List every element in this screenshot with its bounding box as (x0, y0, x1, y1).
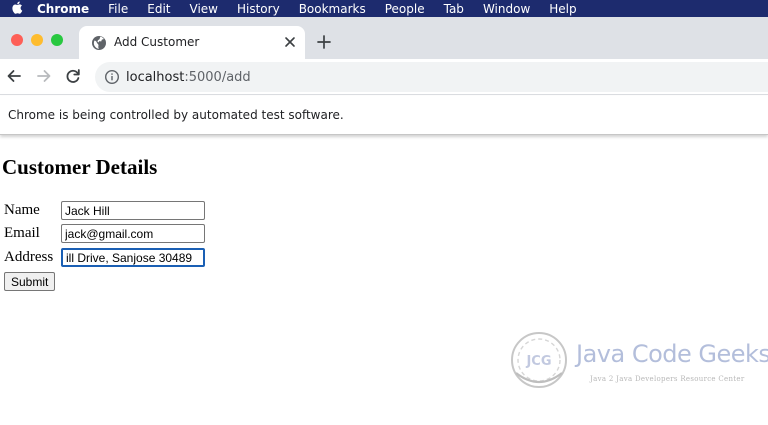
tab-strip: Add Customer (0, 17, 768, 59)
new-tab-plus-icon[interactable] (316, 34, 332, 50)
menu-tab[interactable]: Tab (435, 2, 474, 16)
url-text: localhost:5000/add (126, 70, 251, 85)
java-code-geeks-watermark: JCG Java Code Geeks Java 2 Java Develope… (508, 329, 768, 391)
menu-window[interactable]: Window (474, 2, 540, 16)
menu-history[interactable]: History (228, 2, 290, 16)
name-input[interactable] (61, 201, 205, 220)
url-path: :5000/add (184, 70, 251, 85)
close-tab-icon[interactable] (283, 35, 297, 49)
watermark-tagline: Java 2 Java Developers Resource Center (590, 375, 745, 383)
tab-add-customer[interactable]: Add Customer (79, 26, 305, 59)
name-label: Name (4, 202, 40, 218)
menu-bookmarks[interactable]: Bookmarks (290, 2, 376, 16)
apple-menu-icon[interactable] (0, 1, 28, 17)
menu-view[interactable]: View (181, 2, 228, 16)
minimize-window-button[interactable] (31, 34, 43, 46)
email-label: Email (4, 225, 40, 241)
watermark-name: Java Code Geeks (576, 340, 768, 368)
menu-edit[interactable]: Edit (138, 2, 180, 16)
address-label: Address (4, 249, 54, 265)
address-bar[interactable]: localhost:5000/add (95, 62, 768, 92)
tab-title: Add Customer (114, 35, 200, 49)
email-input[interactable] (61, 224, 205, 243)
mac-menu-bar: Chrome File Edit View History Bookmarks … (0, 0, 768, 17)
automation-infobar: Chrome is being controlled by automated … (0, 96, 768, 135)
menu-chrome[interactable]: Chrome (28, 2, 99, 16)
forward-arrow-icon[interactable] (35, 67, 53, 85)
back-arrow-icon[interactable] (5, 67, 23, 85)
url-host: localhost (126, 70, 185, 85)
submit-button[interactable]: Submit (4, 272, 56, 291)
page-content: Customer Details Name Email Address Subm… (0, 136, 768, 425)
browser-toolbar: localhost:5000/add (0, 59, 768, 95)
automation-message: Chrome is being controlled by automated … (8, 108, 344, 122)
reload-icon[interactable] (64, 67, 82, 85)
site-info-icon[interactable] (104, 69, 120, 85)
menu-file[interactable]: File (99, 2, 138, 16)
logo-text: JCG (525, 354, 551, 369)
globe-icon (91, 35, 107, 51)
page-title: Customer Details (2, 155, 158, 179)
close-window-button[interactable] (11, 34, 23, 46)
address-input[interactable] (61, 248, 205, 267)
menu-help[interactable]: Help (540, 2, 586, 16)
zoom-window-button[interactable] (51, 34, 63, 46)
menu-people[interactable]: People (376, 2, 435, 16)
jcg-logo-icon: JCG (511, 332, 567, 388)
